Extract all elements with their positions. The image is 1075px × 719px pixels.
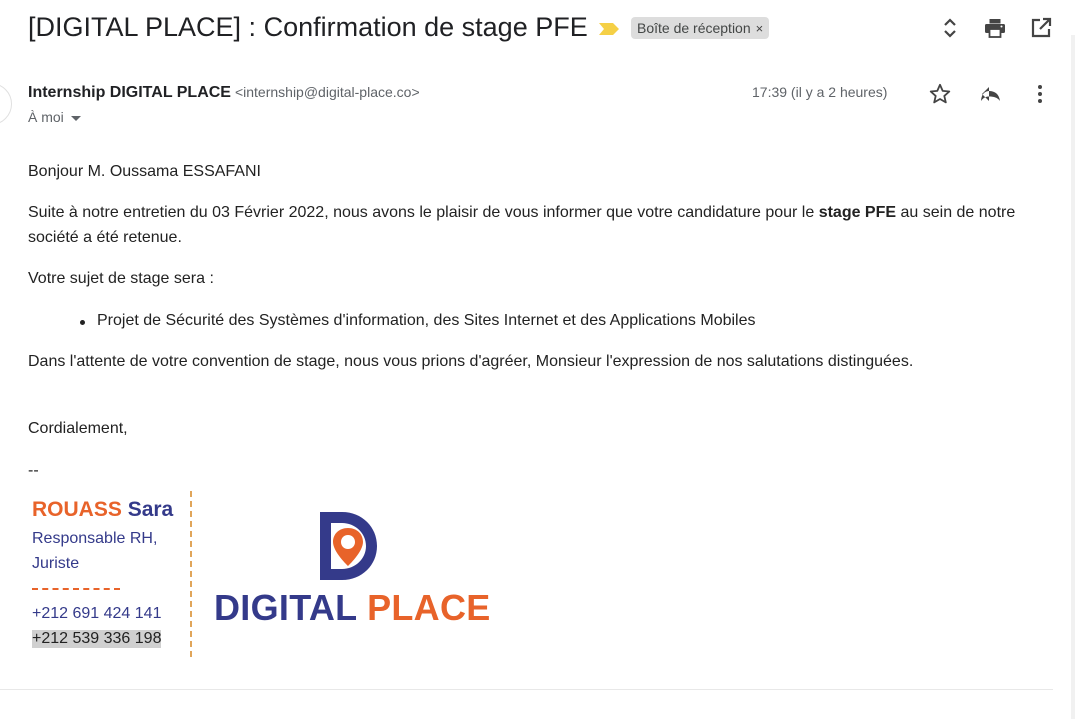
subject-list-item: Projet de Sécurité des Systèmes d'inform…: [97, 312, 756, 329]
digital-place-logo-mark-icon: [320, 512, 377, 580]
email-subject: [DIGITAL PLACE] : Confirmation de stage …: [28, 12, 588, 42]
logo-word-digital: DIGITAL: [214, 587, 357, 628]
sender-name: Internship DIGITAL PLACE: [28, 84, 231, 101]
signature-divider: [190, 491, 192, 657]
digital-place-logo-text: DIGITAL PLACE: [214, 587, 491, 629]
more-vert-icon[interactable]: [1028, 82, 1052, 106]
signature-first-name: Sara: [127, 498, 174, 521]
sender-email: <internship@digital-place.co>: [234, 84, 420, 100]
paragraph-bold-text: stage PFE: [818, 204, 897, 221]
subject-intro: Votre sujet de stage sera :: [28, 270, 214, 287]
star-icon[interactable]: [928, 82, 952, 106]
signature-phone-2[interactable]: +212 539 336 198: [32, 630, 162, 648]
inbox-label-chip[interactable]: Boîte de réception ×: [631, 17, 770, 39]
signature-rule: [32, 588, 120, 590]
signature-name: ROUASS Sara: [32, 498, 173, 522]
open-new-window-icon[interactable]: [1029, 16, 1053, 40]
signature-subtitle: Juriste: [32, 555, 80, 572]
signature-separator: --: [28, 462, 39, 479]
sender-avatar[interactable]: [0, 83, 12, 125]
bullet-icon: [80, 320, 85, 325]
message-bottom-divider: [0, 689, 1053, 690]
scrollbar-track[interactable]: [1071, 35, 1075, 719]
signature-last-name: ROUASS: [32, 498, 122, 521]
remove-label-button[interactable]: ×: [756, 21, 764, 36]
closing: Cordialement,: [28, 420, 128, 437]
signature-phone-1[interactable]: +212 691 424 141: [32, 605, 161, 623]
print-icon[interactable]: [983, 16, 1007, 40]
inbox-label-text: Boîte de réception: [637, 20, 751, 36]
recipient-dropdown[interactable]: À moi: [28, 109, 81, 125]
expand-collapse-icon[interactable]: [938, 16, 962, 40]
greeting: Bonjour M. Oussama ESSAFANI: [28, 163, 261, 180]
caret-down-icon[interactable]: [70, 115, 81, 121]
body-paragraph-2: Dans l'attente de votre convention de st…: [28, 353, 914, 370]
message-timestamp: 17:39 (il y a 2 heures): [752, 84, 888, 100]
logo-word-place: PLACE: [367, 587, 491, 628]
paragraph-text: Suite à notre entretien du 03 Février 20…: [28, 204, 819, 221]
signature-title: Responsable RH,: [32, 530, 158, 547]
body-paragraph-1: Suite à notre entretien du 03 Février 20…: [28, 201, 1038, 250]
reply-icon[interactable]: [979, 82, 1003, 106]
signature-phone-2-text: +212 539 336 198: [32, 630, 162, 648]
recipient-label: À moi: [28, 109, 64, 125]
sender-info: Internship DIGITAL PLACE <internship@digi…: [28, 84, 420, 102]
importance-marker-icon[interactable]: [598, 22, 620, 36]
